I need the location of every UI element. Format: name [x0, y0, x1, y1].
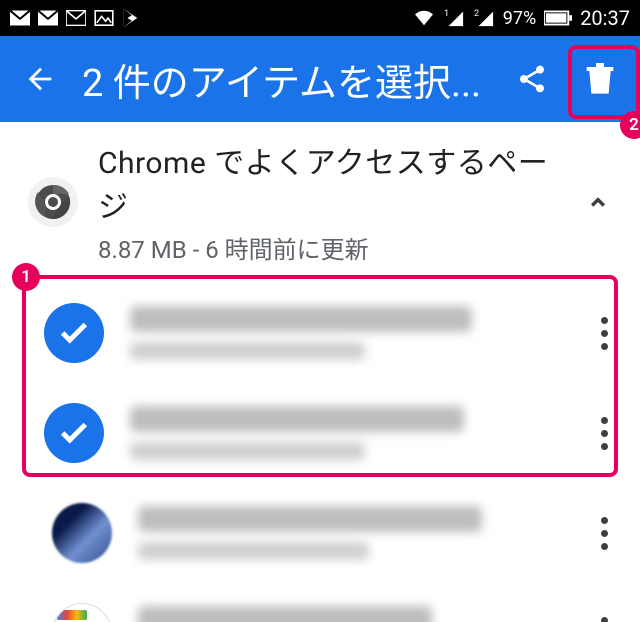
- list-item[interactable]: [0, 383, 640, 483]
- selection-check-icon[interactable]: [44, 403, 104, 463]
- delete-button[interactable]: [574, 53, 626, 105]
- more-button[interactable]: [584, 417, 624, 450]
- list-item-body: [130, 406, 558, 460]
- app-bar-title: 2 件のアイテムを選択...: [82, 52, 490, 107]
- blurred-title: [130, 306, 472, 332]
- gmail-icon: [66, 10, 86, 26]
- sim2-signal-icon: 2: [473, 8, 495, 28]
- battery-icon: [544, 10, 572, 26]
- android-status-bar: 1 2 97% 20:37: [0, 0, 640, 36]
- sim1-signal-icon: 1: [443, 8, 465, 28]
- blurred-title: [138, 506, 482, 532]
- section-header[interactable]: Chrome でよくアクセスするページ 8.87 MB - 6 時間前に更新: [0, 122, 640, 283]
- image-icon: [94, 10, 114, 26]
- list-item[interactable]: [0, 583, 640, 622]
- list-item-body: [138, 606, 558, 622]
- gmail-icon: [38, 10, 58, 26]
- svg-text:1: 1: [444, 9, 449, 19]
- status-left-icons: [10, 8, 140, 28]
- collapse-chevron-icon[interactable]: [578, 182, 618, 222]
- annotation-badge-2: 2: [620, 111, 640, 139]
- page-thumbnail: [52, 503, 112, 563]
- battery-percent-text: 97%: [503, 8, 536, 29]
- section-title-text: Chrome でよくアクセスするページ: [98, 138, 558, 226]
- list-item-body: [138, 506, 558, 560]
- selection-check-icon[interactable]: [44, 303, 104, 363]
- blurred-subtitle: [130, 342, 365, 360]
- page-thumbnail: [52, 603, 112, 622]
- chrome-icon: [28, 177, 78, 227]
- list-item-body: [130, 306, 558, 360]
- more-button[interactable]: [584, 617, 624, 622]
- section-subtitle-text: 8.87 MB - 6 時間前に更新: [98, 230, 558, 265]
- blurred-title: [138, 606, 432, 622]
- list-item[interactable]: [0, 283, 640, 383]
- selection-app-bar: 2 件のアイテムを選択... 2: [0, 36, 640, 122]
- more-button[interactable]: [584, 317, 624, 350]
- play-icon: [122, 8, 140, 28]
- back-button[interactable]: [14, 53, 66, 105]
- share-button[interactable]: [506, 53, 558, 105]
- status-right-cluster: 1 2 97% 20:37: [413, 6, 630, 30]
- gmail-icon: [10, 10, 30, 26]
- blurred-title: [130, 406, 464, 432]
- svg-text:2: 2: [474, 9, 479, 19]
- more-button[interactable]: [584, 517, 624, 550]
- wifi-icon: [413, 9, 435, 27]
- list-item[interactable]: [0, 483, 640, 583]
- blurred-subtitle: [138, 542, 369, 560]
- page-list: 1: [0, 283, 640, 622]
- clock-text: 20:37: [580, 6, 630, 30]
- blurred-subtitle: [130, 442, 365, 460]
